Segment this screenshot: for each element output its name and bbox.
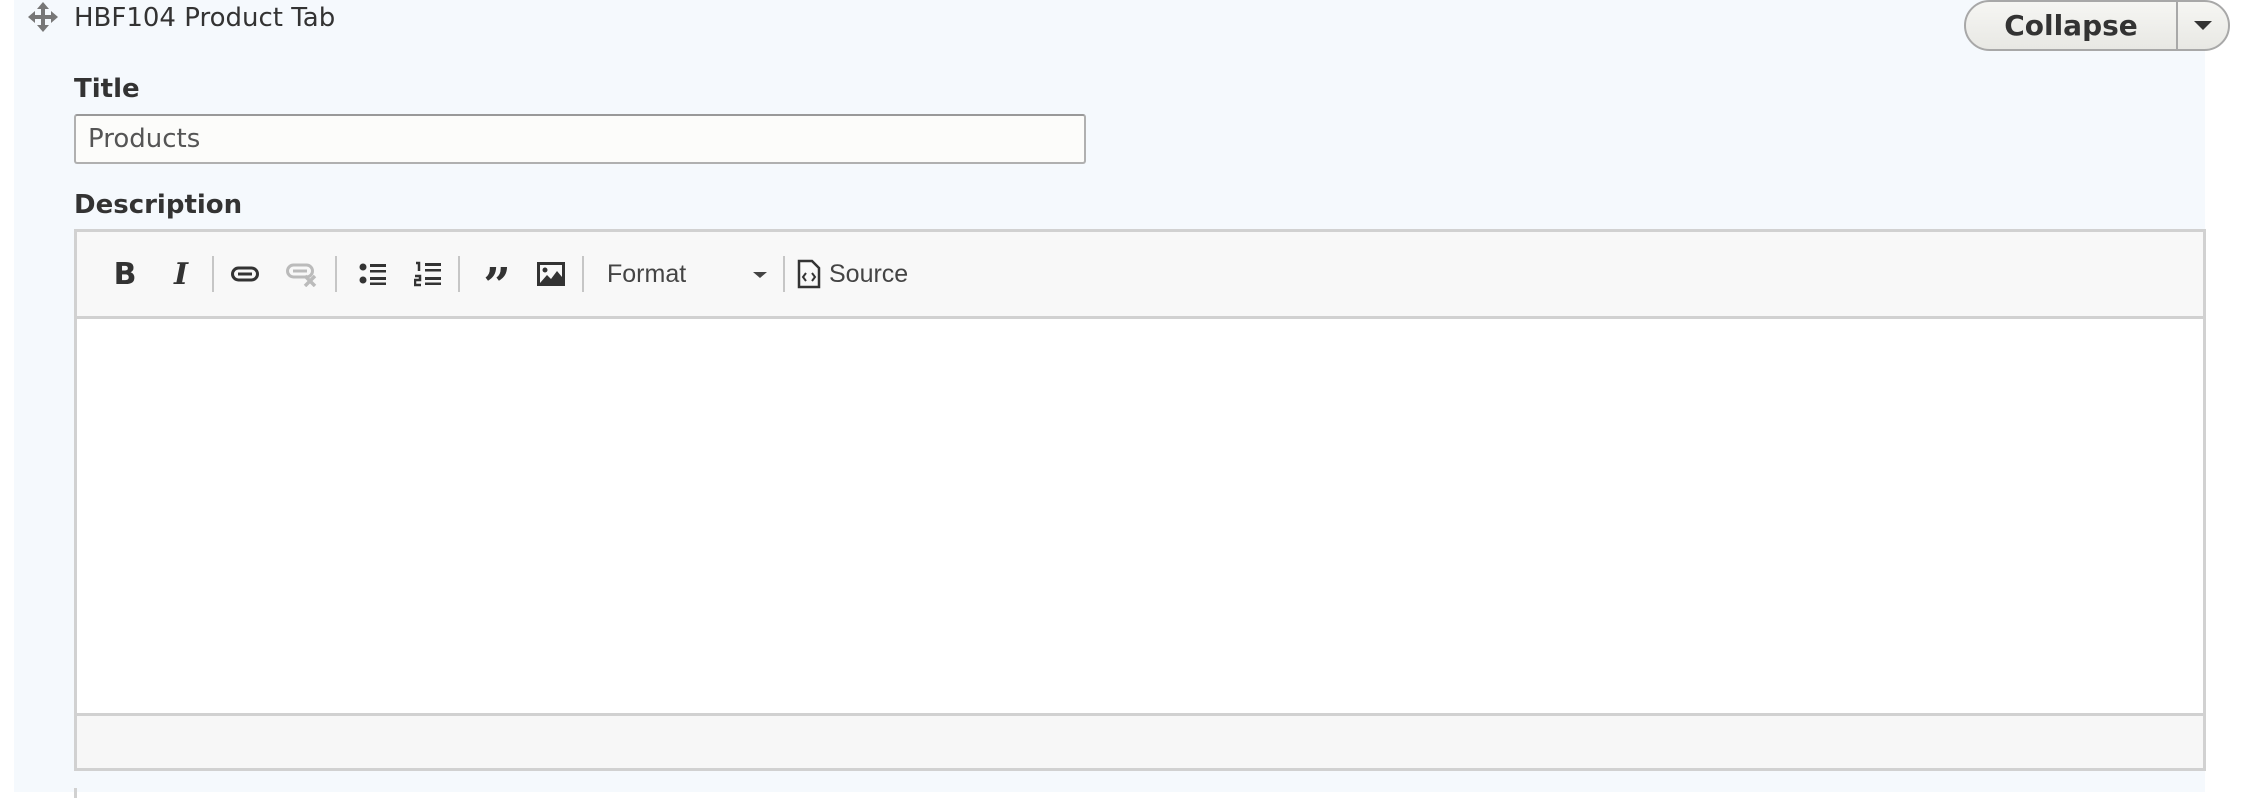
format-dropdown-label: Format xyxy=(607,260,687,288)
bulleted-list-button[interactable] xyxy=(353,232,393,316)
bold-icon: B xyxy=(113,256,137,292)
source-button-label: Source xyxy=(829,259,909,288)
description-label: Description xyxy=(74,190,243,220)
blockquote-button[interactable]: ” xyxy=(475,232,519,316)
toolbar-separator xyxy=(783,256,785,292)
format-caret-down-icon xyxy=(753,272,767,278)
toolbar-separator xyxy=(335,256,337,292)
toolbar-separator xyxy=(212,256,214,292)
link-button[interactable] xyxy=(225,232,265,316)
paragraph-heading: HBF104 Product Tab xyxy=(74,3,336,33)
source-code-icon xyxy=(797,259,821,289)
italic-icon: I xyxy=(173,256,189,292)
collapse-split-button: Collapse xyxy=(1964,0,2230,51)
editor-toolbar: B I ” Format Source xyxy=(77,232,2203,319)
title-input[interactable] xyxy=(74,114,1086,164)
collapse-dropdown-toggle[interactable] xyxy=(2176,2,2228,49)
link-icon xyxy=(231,266,259,282)
unlink-icon xyxy=(286,263,317,287)
editor-content-area[interactable] xyxy=(77,319,2203,719)
image-button[interactable] xyxy=(531,232,571,316)
description-editor: B I ” Format Source xyxy=(74,229,2206,771)
image-icon xyxy=(537,262,565,286)
bold-button[interactable]: B xyxy=(105,232,145,316)
bulleted-list-icon xyxy=(359,263,386,285)
blockquote-icon: ” xyxy=(483,258,511,314)
caret-down-icon xyxy=(2194,21,2212,30)
next-field-border xyxy=(74,788,2206,798)
editor-status-bar xyxy=(77,713,2203,768)
toolbar-separator xyxy=(458,256,460,292)
collapse-button[interactable]: Collapse xyxy=(1966,2,2176,49)
title-label: Title xyxy=(74,74,140,104)
move-arrows-icon[interactable] xyxy=(28,2,58,32)
numbered-list-icon xyxy=(414,261,441,287)
unlink-button[interactable] xyxy=(282,232,322,316)
numbered-list-button[interactable] xyxy=(408,232,448,316)
toolbar-separator xyxy=(582,256,584,292)
source-button[interactable]: Source xyxy=(797,232,927,316)
italic-button[interactable]: I xyxy=(161,232,201,316)
